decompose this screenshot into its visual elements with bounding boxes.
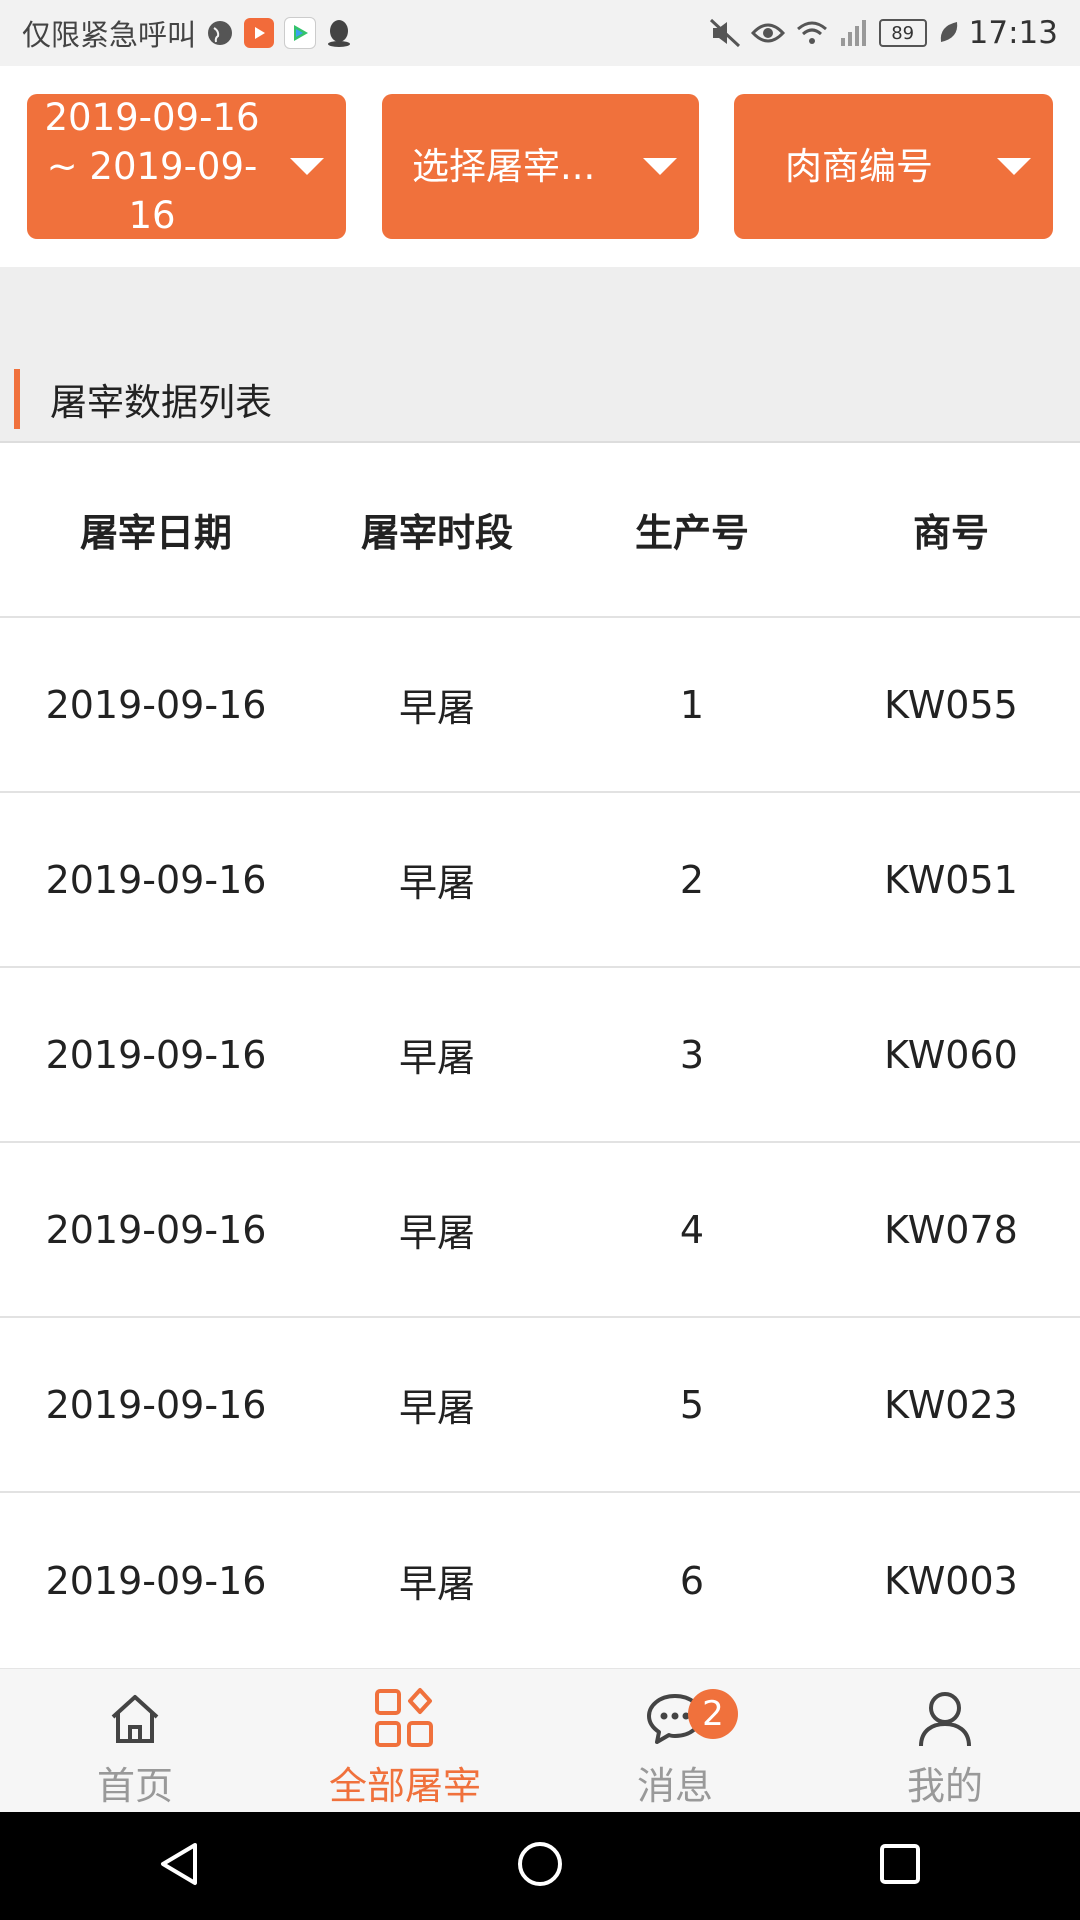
eye-icon xyxy=(750,21,785,45)
cell-period: 早屠 xyxy=(398,861,475,905)
cell-production-no: 2 xyxy=(679,857,705,902)
chevron-down-icon xyxy=(643,158,677,175)
home-circle-icon[interactable] xyxy=(515,1839,565,1893)
cell-merchant-code: KW003 xyxy=(884,1558,1018,1603)
recents-icon[interactable] xyxy=(875,1839,925,1893)
merchant-code-dropdown[interactable]: 肉商编号 xyxy=(734,94,1053,239)
cell-merchant-code: KW078 xyxy=(884,1207,1018,1252)
column-header-period: 屠宰时段 xyxy=(360,511,513,555)
column-header-production-no: 生产号 xyxy=(634,511,749,555)
cell-merchant-code: KW055 xyxy=(884,682,1018,727)
date-range-line: 16 xyxy=(128,194,176,237)
cell-date: 2019-09-16 xyxy=(45,1207,267,1252)
section-title: 屠宰数据列表 xyxy=(50,381,272,424)
signal-icon xyxy=(839,18,869,48)
wifi-icon xyxy=(795,19,829,47)
column-header-merchant-code: 商号 xyxy=(912,511,989,555)
cell-production-no: 1 xyxy=(679,682,705,727)
tab-profile[interactable]: 我的 xyxy=(810,1669,1080,1813)
tab-home[interactable]: 首页 xyxy=(0,1669,270,1813)
cell-production-no: 5 xyxy=(679,1382,705,1427)
chevron-down-icon xyxy=(290,158,324,175)
tab-label: 全部屠宰 xyxy=(328,1764,481,1808)
cell-period: 早屠 xyxy=(398,686,475,730)
data-table: 屠宰日期 屠宰时段 生产号 商号 2019-09-16 早屠 1 KW055 2… xyxy=(0,443,1080,1668)
user-icon xyxy=(917,1687,973,1751)
battery-indicator: 89 xyxy=(878,19,927,47)
mute-icon xyxy=(709,18,741,48)
clock: 17:13 xyxy=(968,15,1058,51)
cell-production-no: 4 xyxy=(679,1207,705,1252)
table-row[interactable]: 2019-09-16 早屠 5 KW023 xyxy=(0,1318,1080,1493)
cell-date: 2019-09-16 xyxy=(45,1032,267,1077)
cell-merchant-code: KW051 xyxy=(884,857,1018,902)
leaf-icon xyxy=(937,20,959,46)
tab-label: 首页 xyxy=(96,1764,173,1808)
carrier-text: 仅限紧急呼叫 xyxy=(22,18,197,52)
table-row[interactable]: 2019-09-16 早屠 1 KW055 xyxy=(0,618,1080,793)
status-bar: 仅限紧急呼叫 89 17:13 xyxy=(0,0,1080,66)
table-row[interactable]: 2019-09-16 早屠 2 KW051 xyxy=(0,793,1080,968)
date-range-label: 2019-09-16 ~ 2019-09- 16 xyxy=(27,93,277,240)
home-icon xyxy=(107,1687,163,1751)
cell-period: 早屠 xyxy=(398,1562,475,1606)
cell-date: 2019-09-16 xyxy=(45,857,267,902)
table-header-row: 屠宰日期 屠宰时段 生产号 商号 xyxy=(0,443,1080,618)
cell-merchant-code: KW060 xyxy=(884,1032,1018,1077)
accent-bar xyxy=(14,369,20,429)
date-range-line: ~ 2019-09- xyxy=(46,145,258,188)
filter-bar: 2019-09-16 ~ 2019-09- 16 选择屠宰... 肉商编号 xyxy=(0,66,1080,267)
merchant-code-label: 肉商编号 xyxy=(785,145,933,188)
cell-production-no: 3 xyxy=(679,1032,705,1077)
bottom-tab-bar: 首页 全部屠宰 2 消息 我的 xyxy=(0,1668,1080,1813)
slaughterhouse-label: 选择屠宰... xyxy=(412,145,596,188)
date-range-dropdown[interactable]: 2019-09-16 ~ 2019-09- 16 xyxy=(27,94,346,239)
system-navigation-bar xyxy=(0,1812,1080,1920)
globe-icon xyxy=(206,19,234,47)
unread-badge: 2 xyxy=(688,1689,738,1739)
section-header: 屠宰数据列表 xyxy=(0,357,1080,443)
column-header-date: 屠宰日期 xyxy=(79,511,232,555)
cell-production-no: 6 xyxy=(679,1558,705,1603)
qq-icon xyxy=(326,18,352,48)
grid-icon xyxy=(373,1687,437,1751)
table-row[interactable]: 2019-09-16 早屠 3 KW060 xyxy=(0,968,1080,1143)
tab-messages[interactable]: 2 消息 xyxy=(540,1669,810,1813)
tab-label: 我的 xyxy=(906,1764,983,1808)
chevron-down-icon xyxy=(997,158,1031,175)
cell-period: 早屠 xyxy=(398,1211,475,1255)
cell-date: 2019-09-16 xyxy=(45,1382,267,1427)
cell-date: 2019-09-16 xyxy=(45,682,267,727)
status-bar-left: 仅限紧急呼叫 xyxy=(22,12,352,54)
tab-label: 消息 xyxy=(636,1764,713,1808)
cell-period: 早屠 xyxy=(398,1036,475,1080)
cell-merchant-code: KW023 xyxy=(884,1382,1018,1427)
date-range-line: 2019-09-16 xyxy=(44,96,260,139)
back-icon[interactable] xyxy=(155,1839,205,1893)
cell-period: 早屠 xyxy=(398,1386,475,1430)
slaughterhouse-dropdown[interactable]: 选择屠宰... xyxy=(382,94,699,239)
tencent-video-icon xyxy=(284,17,317,49)
status-bar-right: 89 17:13 xyxy=(709,15,1058,51)
video-app-icon xyxy=(244,18,275,48)
table-row[interactable]: 2019-09-16 早屠 6 KW003 xyxy=(0,1493,1080,1668)
table-row[interactable]: 2019-09-16 早屠 4 KW078 xyxy=(0,1143,1080,1318)
cell-date: 2019-09-16 xyxy=(45,1558,267,1603)
tab-all-slaughter[interactable]: 全部屠宰 xyxy=(270,1669,540,1813)
